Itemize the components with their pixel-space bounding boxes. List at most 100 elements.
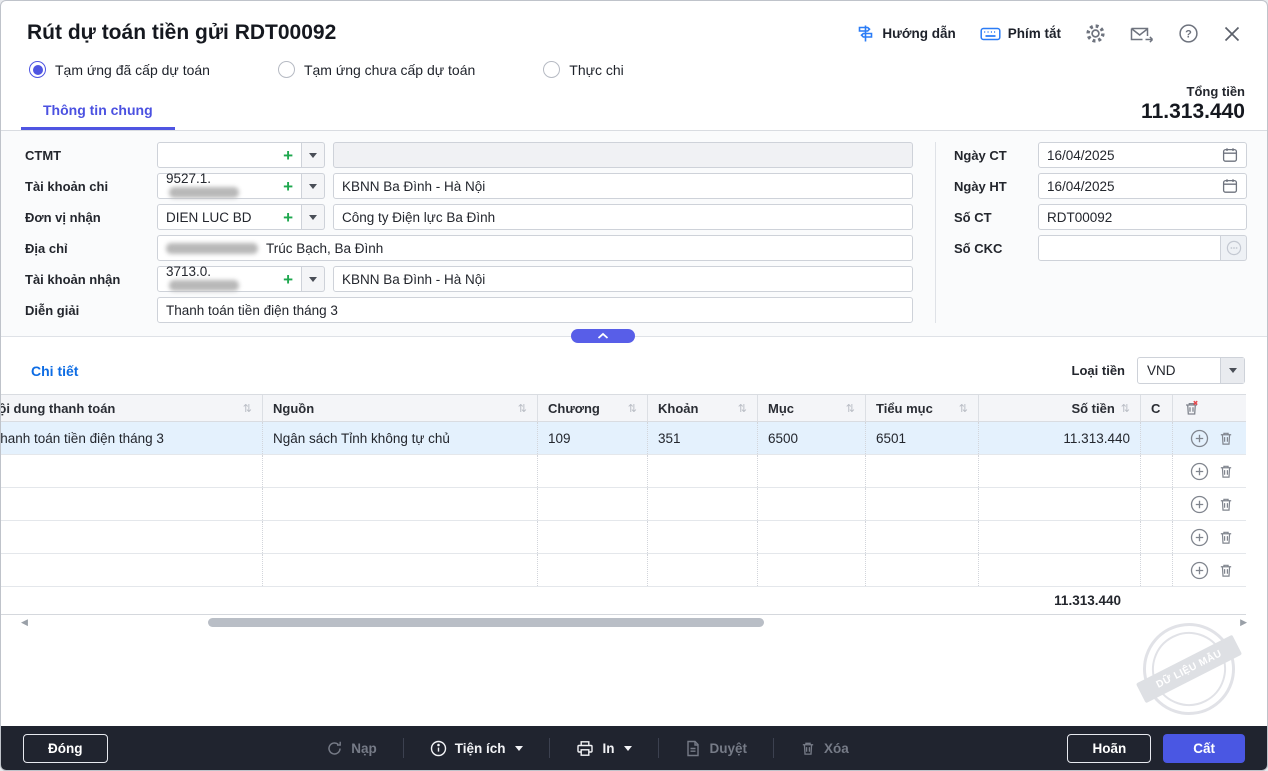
sort-icon[interactable]: ⇅ [628,402,637,415]
ctmt-input[interactable]: + [157,142,302,168]
delete-row-icon[interactable] [1218,529,1234,546]
cell-so-tien[interactable]: 11.313.440 [979,422,1141,454]
delete-row-icon[interactable] [1218,463,1234,480]
cell-nguon[interactable]: Ngân sách Tỉnh không tự chủ [263,422,538,454]
cell-khoan[interactable]: 351 [648,422,758,454]
chevron-down-icon [1220,358,1244,383]
help-icon[interactable]: ? [1178,23,1199,44]
reload-button[interactable]: Nạp [316,734,387,763]
delete-button[interactable]: Xóa [790,734,859,763]
tai-khoan-chi-input[interactable]: 9527.1. + [157,173,302,199]
shortcut-button[interactable]: Phím tắt [980,26,1061,42]
redacted-text [169,187,239,198]
sort-icon[interactable]: ⇅ [846,402,855,415]
col-muc[interactable]: Mục⇅ [758,395,866,421]
don-vi-nhan-desc-field[interactable]: Công ty Điện lực Ba Đình [333,204,913,230]
add-tai-khoan-chi-icon[interactable]: + [283,178,293,195]
cell-chuong[interactable]: 109 [538,422,648,454]
col-chuong[interactable]: Chương⇅ [538,395,648,421]
scrollbar-thumb[interactable] [208,618,764,627]
cell-cut[interactable] [1141,422,1173,454]
dia-chi-field[interactable]: Trúc Bạch, Ba Đình [157,235,913,261]
tai-khoan-chi-dropdown-button[interactable] [302,173,325,199]
col-so-tien[interactable]: Số tiền⇅ [979,395,1141,421]
form-left-column: CTMT + Tài khoản chi 9527.1. + [25,142,913,323]
close-icon[interactable] [1223,25,1241,43]
detail-title: Chi tiết [31,363,78,379]
collapse-form-button[interactable] [571,329,635,343]
cell-noi-dung[interactable]: Thanh toán tiền điện tháng 3 [1,422,263,454]
add-row-icon[interactable] [1190,462,1209,481]
col-tieu-muc[interactable]: Tiểu mục⇅ [866,395,979,421]
radio-tam-ung-da-cap[interactable]: Tạm ứng đã cấp dự toán [29,61,210,78]
delete-row-icon[interactable] [1218,496,1234,513]
calendar-icon[interactable] [1222,178,1238,194]
send-mail-icon[interactable] [1130,25,1154,43]
add-row-icon[interactable] [1190,495,1209,514]
add-tai-khoan-nhan-icon[interactable]: + [283,271,293,288]
tai-khoan-chi-desc-field[interactable]: KBNN Ba Đình - Hà Nội [333,173,913,199]
ngay-ht-field[interactable]: 16/04/2025 [1038,173,1247,199]
add-row-icon[interactable] [1190,528,1209,547]
postpone-button[interactable]: Hoãn [1067,734,1151,763]
ctmt-dropdown-button[interactable] [302,142,325,168]
detail-table: Nội dung thanh toán⇅ Nguồn⇅ Chương⇅ Khoả… [1,394,1246,615]
radio-dot [278,61,295,78]
save-button[interactable]: Cất [1163,734,1245,763]
cell-tieu-muc[interactable]: 6501 [866,422,979,454]
radio-label: Thực chi [569,62,624,78]
sort-icon[interactable]: ⇅ [738,402,747,415]
total-value: 11.313.440 [1141,100,1245,124]
add-row-icon[interactable] [1190,429,1209,448]
radio-tam-ung-chua-cap[interactable]: Tạm ứng chưa cấp dự toán [278,61,475,78]
sort-icon[interactable]: ⇅ [1121,402,1130,415]
add-don-vi-icon[interactable]: + [283,209,293,226]
delete-row-icon[interactable] [1218,562,1234,579]
cell-muc[interactable]: 6500 [758,422,866,454]
table-row-empty[interactable] [1,455,1246,488]
don-vi-nhan-dropdown-button[interactable] [302,204,325,230]
approve-button[interactable]: Duyệt [675,734,757,763]
dia-chi-value: Trúc Bạch, Ba Đình [266,241,383,256]
scroll-right-arrow-icon[interactable]: ▶ [1240,617,1247,628]
divider [773,738,774,758]
delete-all-rows-icon[interactable] [1183,400,1200,417]
so-ct-field[interactable]: RDT00092 [1038,204,1247,230]
col-noi-dung[interactable]: Nội dung thanh toán⇅ [1,395,263,421]
dialog-rut-du-toan: Rút dự toán tiền gửi RDT00092 Hướng dẫn [0,0,1268,771]
col-khoan[interactable]: Khoản⇅ [648,395,758,421]
add-row-icon[interactable] [1190,561,1209,580]
settings-gear-icon[interactable] [1085,23,1106,44]
tai-khoan-nhan-dropdown-button[interactable] [302,266,325,292]
table-row-selected[interactable]: Thanh toán tiền điện tháng 3 Ngân sách T… [1,422,1246,455]
col-nguon[interactable]: Nguồn⇅ [263,395,538,421]
so-ckc-field[interactable] [1038,235,1221,261]
don-vi-nhan-input[interactable]: DIEN LUC BD + [157,204,302,230]
sort-icon[interactable]: ⇅ [518,402,527,415]
document-icon [685,740,701,757]
delete-row-icon[interactable] [1218,430,1234,447]
tab-thong-tin-chung[interactable]: Thông tin chung [21,92,175,130]
table-row-empty[interactable] [1,521,1246,554]
print-button[interactable]: In [566,734,642,763]
currency-select[interactable]: VND [1137,357,1245,384]
radio-thuc-chi[interactable]: Thực chi [543,61,624,78]
radio-dot [543,61,560,78]
scroll-left-arrow-icon[interactable]: ◀ [21,617,28,628]
table-row-empty[interactable] [1,488,1246,521]
col-cut[interactable]: C [1141,395,1173,421]
utilities-label: Tiện ích [455,741,506,756]
guide-button[interactable]: Hướng dẫn [856,24,955,43]
add-ctmt-icon[interactable]: + [283,147,293,164]
tai-khoan-nhan-desc-field[interactable]: KBNN Ba Đình - Hà Nội [333,266,913,292]
dien-giai-field[interactable]: Thanh toán tiền điện tháng 3 [157,297,913,323]
tai-khoan-nhan-input[interactable]: 3713.0. + [157,266,302,292]
sort-icon[interactable]: ⇅ [243,402,252,415]
utilities-button[interactable]: Tiện ích [420,734,534,763]
close-button[interactable]: Đóng [23,734,108,763]
ngay-ct-field[interactable]: 16/04/2025 [1038,142,1247,168]
calendar-icon[interactable] [1222,147,1238,163]
sort-icon[interactable]: ⇅ [959,402,968,415]
so-ckc-lookup-button[interactable] [1221,235,1247,261]
table-row-empty[interactable] [1,554,1246,587]
